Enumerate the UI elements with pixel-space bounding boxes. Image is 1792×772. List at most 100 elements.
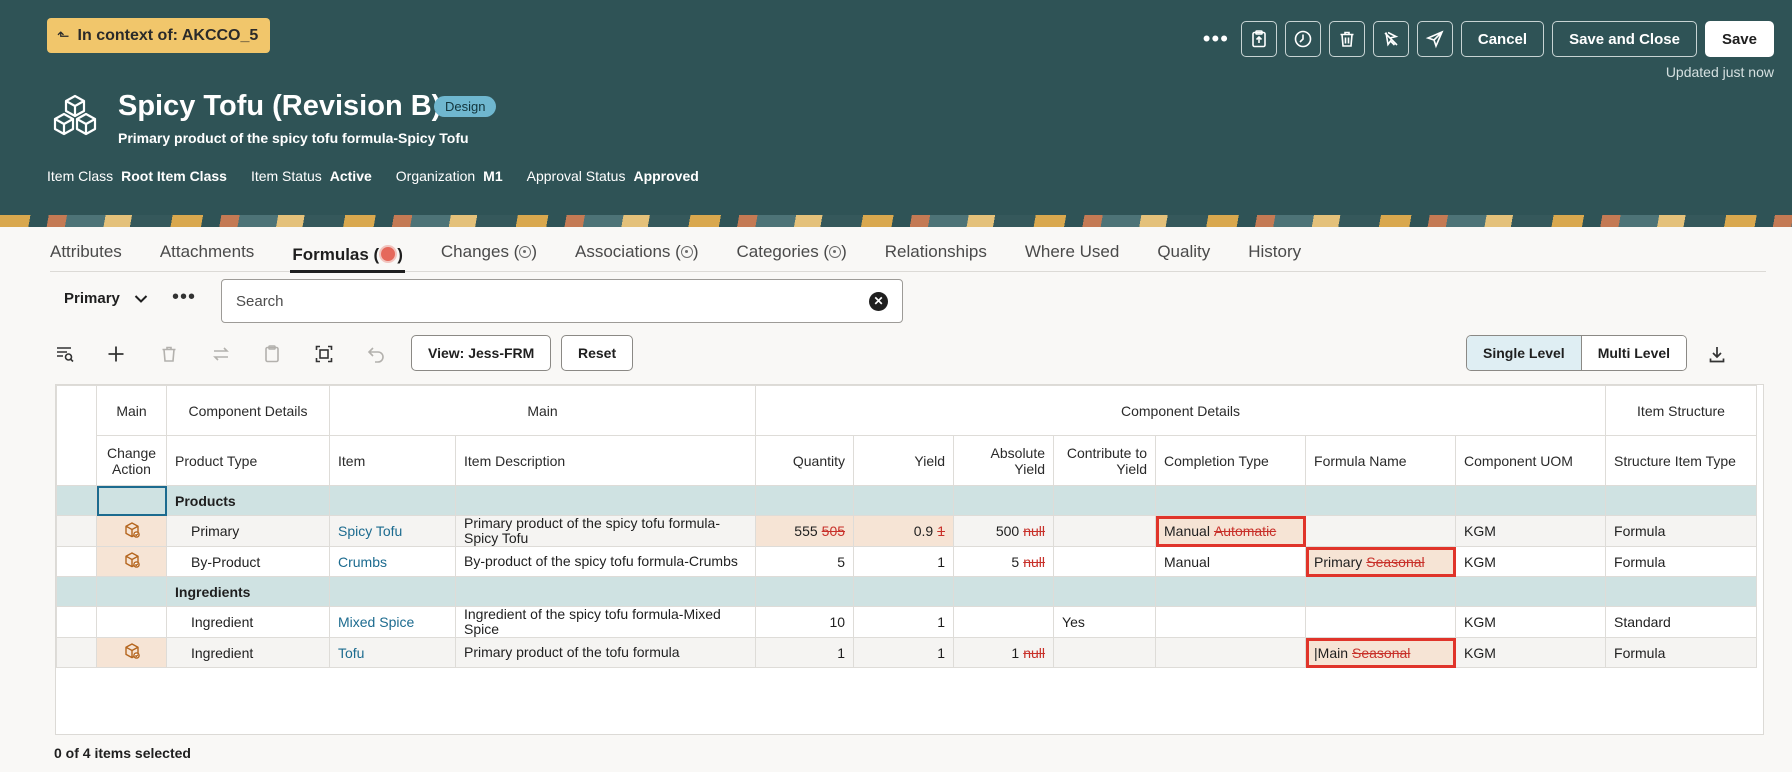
trash-icon[interactable] (1328, 21, 1365, 57)
col-component-uom[interactable]: Component UOM (1455, 435, 1607, 486)
absolute-yield-cell[interactable]: 5 null (953, 546, 1055, 577)
tab-changes[interactable]: Changes () (441, 232, 537, 272)
formula-grid: Main Component Details Main Component De… (55, 384, 1764, 735)
meta-item-class: Item Class Root Item Class (47, 168, 227, 184)
formula-name-cell[interactable]: |Main Seasonal (1305, 637, 1457, 668)
paste-icon[interactable] (261, 343, 283, 365)
formula-name-cell[interactable]: Primary Seasonal (1305, 546, 1457, 577)
col-item-description[interactable]: Item Description (454, 435, 757, 486)
clipboard-icon[interactable] (1240, 21, 1277, 57)
product-type-cell: Ingredient (166, 637, 330, 668)
yield-cell[interactable]: 1 (853, 637, 955, 668)
search-box: ✕ (221, 279, 903, 323)
lifecycle-badge: Design (434, 96, 497, 117)
edit-off-icon[interactable] (1372, 21, 1409, 57)
table-row[interactable]: Ingredient Mixed Spice Ingredient of the… (56, 606, 1758, 638)
save-button[interactable]: Save (1704, 21, 1774, 57)
fit-screen-icon[interactable] (313, 343, 335, 365)
structure-select[interactable]: Primary (64, 290, 148, 307)
tab-attributes[interactable]: Attributes (50, 232, 122, 272)
multi-level-button[interactable]: Multi Level (1581, 336, 1687, 370)
tab-bar: Attributes Attachments Formulas () Chang… (50, 232, 1766, 273)
item-link[interactable]: Mixed Spice (329, 606, 456, 638)
item-link[interactable]: Spicy Tofu (329, 515, 456, 547)
structure-select-value: Primary (64, 290, 120, 307)
formula-name-cell[interactable] (1305, 515, 1457, 547)
quantity-cell[interactable]: 10 (755, 606, 855, 638)
tab-associations[interactable]: Associations () (575, 232, 699, 272)
item-description-cell: Ingredient of the spicy tofu formula-Mix… (454, 606, 757, 638)
tab-relationships[interactable]: Relationships (885, 232, 987, 272)
completion-type-cell[interactable] (1155, 606, 1307, 638)
contribute-to-yield-cell[interactable]: Yes (1053, 606, 1157, 638)
more-actions-button[interactable]: ••• (1199, 28, 1233, 50)
view-selector-button[interactable]: View: Jess-FRM (411, 335, 552, 371)
download-icon[interactable] (1706, 343, 1728, 365)
yield-cell[interactable]: 0.9 1 (853, 515, 955, 547)
formula-name-cell[interactable] (1305, 606, 1457, 638)
quantity-cell[interactable]: 555 505 (755, 515, 855, 547)
send-icon[interactable] (1416, 21, 1453, 57)
quantity-cell[interactable]: 1 (755, 637, 855, 668)
component-uom-cell[interactable]: KGM (1455, 637, 1607, 668)
yield-cell[interactable]: 1 (853, 606, 955, 638)
search-input[interactable] (236, 292, 869, 310)
tab-history[interactable]: History (1248, 232, 1301, 272)
absolute-yield-cell[interactable]: 500 null (953, 515, 1055, 547)
table-row[interactable]: Ingredient Tofu Primary product of the t… (56, 637, 1758, 668)
change-action-cell[interactable] (96, 515, 167, 547)
tab-where-used[interactable]: Where Used (1025, 232, 1119, 272)
contribute-to-yield-cell[interactable] (1053, 515, 1157, 547)
component-uom-cell[interactable]: KGM (1455, 515, 1607, 547)
filter-more-button[interactable]: ••• (172, 286, 196, 309)
group-header-main: Main (96, 385, 167, 436)
table-row[interactable]: Primary Spicy Tofu Primary product of th… (56, 515, 1758, 547)
absolute-yield-cell[interactable] (953, 606, 1055, 638)
col-formula-name[interactable]: Formula Name (1305, 435, 1457, 486)
completion-type-cell[interactable] (1155, 637, 1307, 668)
tab-quality[interactable]: Quality (1157, 232, 1210, 272)
product-type-cell: By-Product (166, 546, 330, 577)
col-product-type[interactable]: Product Type (166, 435, 330, 486)
contribute-to-yield-cell[interactable] (1053, 637, 1157, 668)
col-contribute-to-yield[interactable]: Contribute to Yield (1053, 435, 1157, 486)
tab-formulas[interactable]: Formulas () (290, 232, 405, 273)
absolute-yield-cell[interactable]: 1 null (953, 637, 1055, 668)
completion-type-cell[interactable]: Manual (1155, 546, 1307, 577)
replace-icon[interactable] (210, 343, 232, 365)
quantity-cell[interactable]: 5 (755, 546, 855, 577)
tab-attachments[interactable]: Attachments (160, 232, 255, 272)
col-quantity[interactable]: Quantity (755, 435, 855, 486)
change-action-cell[interactable] (96, 546, 167, 577)
query-list-icon[interactable] (54, 343, 76, 365)
col-absolute-yield[interactable]: Absolute Yield (953, 435, 1055, 486)
clock-icon[interactable] (1284, 21, 1321, 57)
save-and-close-button[interactable]: Save and Close (1552, 21, 1697, 57)
component-uom-cell[interactable]: KGM (1455, 606, 1607, 638)
col-item[interactable]: Item (329, 435, 456, 486)
completion-type-cell[interactable]: Manual Automatic (1155, 515, 1307, 547)
col-structure-item-type[interactable]: Structure Item Type (1605, 435, 1758, 486)
tab-categories[interactable]: Categories () (737, 232, 847, 272)
contribute-to-yield-cell[interactable] (1053, 546, 1157, 577)
undo-icon[interactable] (365, 343, 387, 365)
component-uom-cell[interactable]: KGM (1455, 546, 1607, 577)
add-icon[interactable] (105, 343, 127, 365)
cancel-button[interactable]: Cancel (1460, 21, 1545, 57)
item-link[interactable]: Crumbs (329, 546, 456, 577)
single-level-button[interactable]: Single Level (1467, 336, 1582, 370)
context-badge[interactable]: ⬑ In context of: AKCCO_5 (47, 18, 271, 53)
col-completion-type[interactable]: Completion Type (1155, 435, 1307, 486)
col-change-action[interactable]: Change Action (96, 435, 167, 486)
delete-row-icon[interactable] (158, 343, 180, 365)
table-row[interactable]: By-Product Crumbs By-product of the spic… (56, 546, 1758, 577)
yield-cell[interactable]: 1 (853, 546, 955, 577)
clear-search-icon[interactable]: ✕ (869, 291, 888, 311)
col-yield[interactable]: Yield (853, 435, 955, 486)
product-type-cell: Primary (166, 515, 330, 547)
reset-button[interactable]: Reset (561, 335, 634, 371)
change-action-cell[interactable] (96, 637, 167, 668)
active-cell[interactable] (96, 485, 167, 516)
item-link[interactable]: Tofu (329, 637, 456, 668)
change-action-cell[interactable] (96, 606, 167, 638)
